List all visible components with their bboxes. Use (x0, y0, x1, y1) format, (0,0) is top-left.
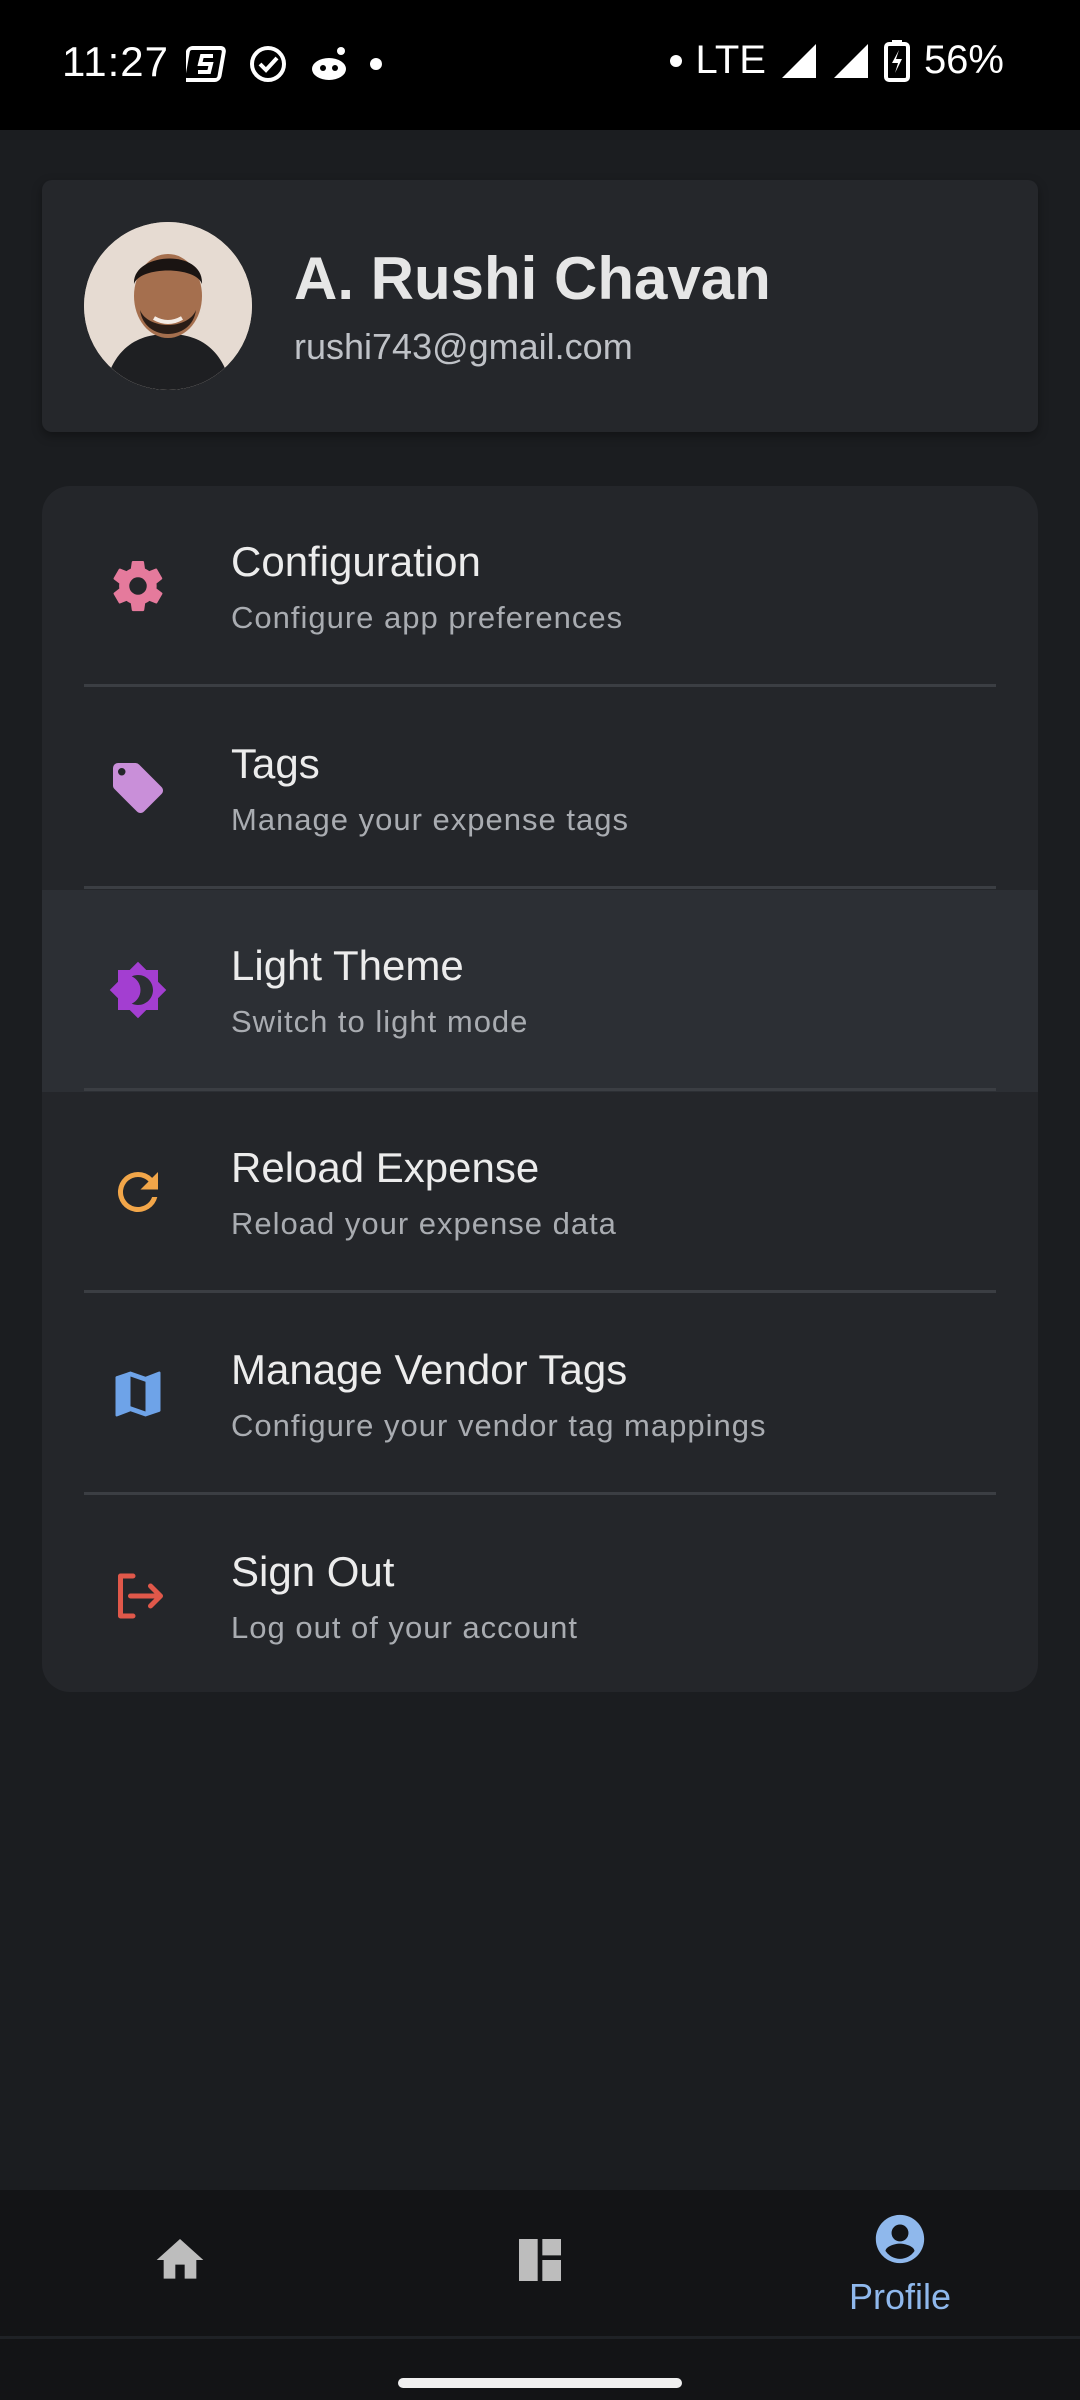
more-notifications-dot (370, 58, 382, 70)
profile-icon (875, 2214, 925, 2264)
divider (84, 886, 996, 889)
divider (84, 684, 996, 687)
status-time: 11:27 (62, 38, 169, 85)
brightness-icon (109, 961, 167, 1019)
divider (84, 1492, 996, 1495)
app-notification-icon (186, 46, 226, 82)
menu-item-title: Sign Out (231, 1548, 395, 1595)
home-gesture-handle[interactable] (398, 2378, 682, 2388)
menu-item-title: Reload Expense (231, 1144, 540, 1191)
battery-percent: 56% (923, 38, 1004, 82)
gesture-bar (0, 2336, 1080, 2400)
menu-item-subtitle: Log out of your account (231, 1610, 579, 1645)
menu-item-reload-expense[interactable]: Reload Expense Reload your expense data (42, 1092, 1038, 1294)
nav-home[interactable] (0, 2190, 360, 2336)
menu-item-configuration[interactable]: Configuration Configure app preferences (42, 486, 1038, 688)
menu-item-subtitle: Configure app preferences (231, 600, 624, 635)
check-circle-icon (250, 46, 286, 82)
menu-item-sign-out[interactable]: Sign Out Log out of your account (42, 1496, 1038, 1692)
menu-item-title: Manage Vendor Tags (231, 1346, 628, 1393)
nav-profile-label: Profile (848, 2276, 952, 2317)
divider (84, 1088, 996, 1091)
menu-item-manage-vendor-tags[interactable]: Manage Vendor Tags Configure your vendor… (42, 1294, 1038, 1496)
profile-card: A. Rushi Chavan rushi743@gmail.com (42, 180, 1038, 432)
menu-item-title: Light Theme (231, 942, 464, 989)
nav-profile[interactable]: Profile (720, 2190, 1080, 2336)
tag-icon (113, 763, 163, 813)
menu-item-subtitle: Reload your expense data (231, 1206, 617, 1241)
menu-item-subtitle: Manage your expense tags (231, 802, 629, 837)
status-bar: 11:27 LTE 56% (0, 0, 1080, 130)
avatar (84, 222, 252, 390)
dashboard-icon (519, 2239, 561, 2281)
reddit-icon (312, 47, 346, 80)
battery-charging-icon (883, 39, 910, 82)
signal-icon (781, 43, 816, 78)
reload-icon (117, 1172, 158, 1212)
home-icon (156, 2239, 204, 2279)
map-icon (115, 1371, 161, 1417)
avatar-photo (84, 222, 252, 390)
system-icons: LTE 56% (669, 38, 1004, 83)
menu-item-title: Configuration (231, 538, 481, 585)
menu-item-subtitle: Configure your vendor tag mappings (231, 1408, 767, 1443)
profile-email: rushi743@gmail.com (294, 326, 633, 367)
menu-item-subtitle: Switch to light mode (231, 1004, 529, 1039)
menu-item-tags[interactable]: Tags Manage your expense tags (42, 688, 1038, 890)
indicator-dot (669, 54, 682, 67)
bottom-navigation: Profile (0, 2190, 1080, 2336)
notification-icons (186, 44, 382, 84)
nav-dashboard[interactable] (360, 2190, 720, 2336)
profile-name: A. Rushi Chavan (294, 245, 771, 312)
settings-menu: Configuration Configure app preferences … (42, 486, 1038, 1692)
gear-icon (113, 560, 163, 612)
menu-item-light-theme[interactable]: Light Theme Switch to light mode (42, 890, 1038, 1092)
signal-icon-2 (833, 43, 868, 78)
divider (84, 1290, 996, 1293)
menu-item-title: Tags (231, 740, 320, 787)
logout-icon (118, 1573, 163, 1619)
network-type: LTE (695, 38, 766, 82)
